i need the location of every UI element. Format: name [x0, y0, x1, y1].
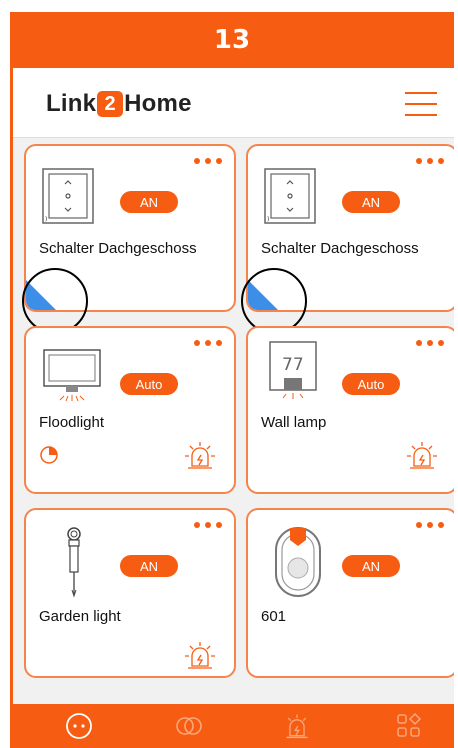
- status-toggle-button[interactable]: AN: [120, 555, 178, 577]
- home-dots-icon: [66, 713, 92, 739]
- tab-more-apps[interactable]: [379, 704, 439, 748]
- highlight-circle: [241, 268, 307, 334]
- device-card-floodlight[interactable]: Auto Floodlight: [24, 326, 236, 494]
- more-dots-icon[interactable]: [194, 522, 222, 528]
- device-name: 601: [261, 608, 287, 625]
- tab-scenes[interactable]: [159, 704, 219, 748]
- wall-lamp-icon: 77: [269, 341, 317, 399]
- tab-alarm[interactable]: [267, 704, 327, 748]
- status-toggle-button[interactable]: AN: [342, 191, 400, 213]
- alarm-light-icon[interactable]: [404, 438, 440, 472]
- garden-light-icon: [67, 527, 81, 598]
- device-card-wall-lamp[interactable]: 77 Auto Wall lamp: [246, 326, 454, 494]
- device-name: Schalter Dachgeschoss: [261, 240, 419, 257]
- highlight-circle: [22, 268, 88, 334]
- scenes-rings-icon: [176, 717, 202, 735]
- doorbell-icon: [275, 527, 321, 597]
- wall-lamp-display: 77: [282, 355, 304, 375]
- svg-text:): ): [45, 216, 47, 223]
- app-screen: Link 2 Home ) AN Schalter Dachgeschoss)…: [10, 68, 454, 748]
- app-logo: Link 2 Home: [46, 90, 192, 118]
- device-name: Schalter Dachgeschoss: [39, 240, 197, 257]
- more-dots-icon[interactable]: [416, 522, 444, 528]
- step-number-banner: 13: [10, 12, 454, 68]
- more-dots-icon[interactable]: [194, 158, 222, 164]
- mode-auto-button[interactable]: Auto: [342, 373, 400, 395]
- tab-home[interactable]: [49, 704, 109, 748]
- more-dots-icon[interactable]: [416, 158, 444, 164]
- hamburger-menu-icon[interactable]: [405, 92, 437, 116]
- alarm-light-icon[interactable]: [182, 638, 218, 672]
- grid-apps-icon: [397, 712, 422, 737]
- timer-pie-icon: [40, 446, 58, 464]
- status-toggle-button[interactable]: AN: [120, 191, 178, 213]
- more-dots-icon[interactable]: [416, 340, 444, 346]
- alarm-light-icon[interactable]: [182, 438, 218, 472]
- logo-badge: 2: [97, 91, 124, 117]
- logo-text-left: Link: [46, 90, 97, 117]
- svg-text:): ): [267, 216, 269, 223]
- mode-auto-button[interactable]: Auto: [120, 373, 178, 395]
- floodlight-icon: [43, 349, 101, 402]
- app-header: Link 2 Home: [13, 68, 454, 138]
- device-name: Wall lamp: [261, 414, 327, 431]
- bottom-tab-bar: [13, 704, 454, 748]
- device-card-doorbell[interactable]: AN 601: [246, 508, 454, 678]
- device-name: Garden light: [39, 608, 121, 625]
- device-name: Floodlight: [39, 414, 105, 431]
- wall-switch-icon: ): [264, 168, 316, 224]
- logo-text-right: Home: [124, 90, 192, 117]
- device-card-garden-light[interactable]: AN Garden light: [24, 508, 236, 678]
- alarm-tab-icon: [286, 714, 308, 739]
- status-toggle-button[interactable]: AN: [342, 555, 400, 577]
- more-dots-icon[interactable]: [194, 340, 222, 346]
- wall-switch-icon: ): [42, 168, 94, 224]
